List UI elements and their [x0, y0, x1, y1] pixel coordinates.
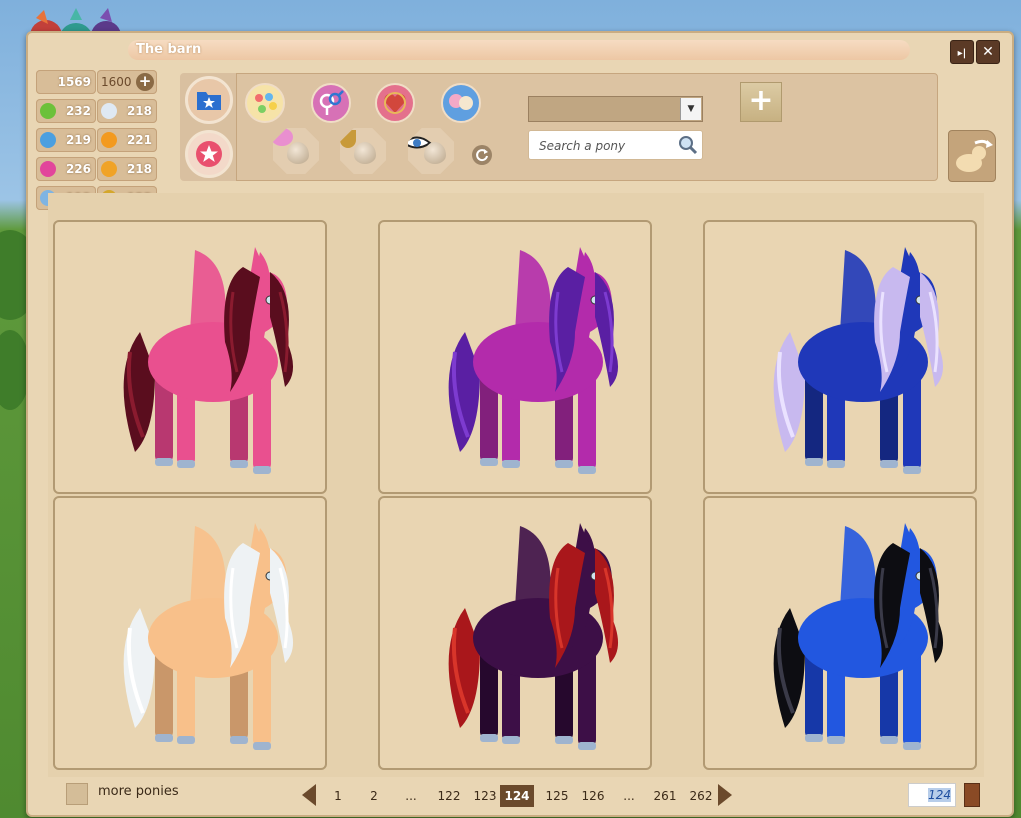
- pony-export-icon: [956, 139, 993, 172]
- stat-main-value: 1569: [36, 70, 96, 94]
- add-button[interactable]: +: [740, 82, 782, 122]
- folder-star-button[interactable]: [185, 76, 233, 124]
- page-link[interactable]: 122: [432, 785, 466, 807]
- page-link[interactable]: 1: [324, 785, 352, 807]
- pony-image: [123, 523, 294, 750]
- drop-icon: [424, 142, 446, 164]
- star-icon: [196, 141, 222, 167]
- page-number-input[interactable]: 124: [908, 783, 956, 807]
- next-page-arrow-icon[interactable]: [718, 784, 732, 806]
- drop-icon: [287, 142, 309, 164]
- stat-apple: 232: [36, 99, 96, 123]
- search-box[interactable]: [528, 130, 703, 160]
- stat-swirl-orange: 221: [97, 128, 157, 152]
- minimize-icon: ▸|: [957, 48, 967, 59]
- swirl-orange-icon: [101, 132, 117, 148]
- pony-image: [773, 247, 944, 474]
- refresh-icon[interactable]: [471, 144, 493, 166]
- stat-heart-pink: 226: [36, 157, 96, 181]
- ponies-pair-icon: [449, 94, 473, 110]
- cloud-icon: [101, 103, 117, 119]
- pager-ellipsis: ...: [623, 789, 635, 803]
- stat-main-max: 1600 +: [97, 70, 157, 94]
- pony-card[interactable]: [703, 220, 977, 494]
- prev-page-arrow-icon[interactable]: [302, 784, 316, 806]
- filter-coat-color[interactable]: [245, 83, 285, 123]
- plus-circle-icon[interactable]: +: [136, 73, 154, 91]
- favorite-star-button[interactable]: [185, 130, 233, 178]
- pony-image: [448, 247, 619, 474]
- sort-dropdown[interactable]: ▼: [528, 96, 703, 122]
- go-to-page-button[interactable]: [964, 783, 980, 807]
- folder-star-icon: [197, 92, 221, 110]
- pawprint-blue-icon: [40, 132, 56, 148]
- pony-card[interactable]: [378, 496, 652, 770]
- page-link[interactable]: 123: [468, 785, 502, 807]
- heart-pink-icon: [40, 161, 56, 177]
- close-button[interactable]: ✕: [976, 40, 1000, 64]
- page-link[interactable]: 2: [360, 785, 388, 807]
- pony-image: [448, 523, 619, 750]
- heart-ring-icon: [384, 92, 406, 114]
- pony-card[interactable]: [378, 220, 652, 494]
- paw-orange-icon: [101, 161, 117, 177]
- pony-card[interactable]: [53, 220, 327, 494]
- pony-image: [773, 523, 944, 750]
- pony-card[interactable]: [53, 496, 327, 770]
- page-link[interactable]: 261: [648, 785, 682, 807]
- stat-cloud: 218: [97, 99, 157, 123]
- filter-love[interactable]: [375, 83, 415, 123]
- chevron-down-icon[interactable]: ▼: [680, 98, 701, 120]
- filter-gender[interactable]: [311, 83, 351, 123]
- filter-pair[interactable]: [441, 83, 481, 123]
- more-ponies-label: more ponies: [98, 784, 179, 799]
- page-link[interactable]: 126: [576, 785, 610, 807]
- page-link[interactable]: 124: [500, 785, 534, 807]
- page-link[interactable]: 262: [684, 785, 718, 807]
- pony-image: [123, 247, 294, 474]
- magnifier-icon[interactable]: [678, 135, 698, 155]
- apple-icon: [40, 103, 56, 119]
- gender-icon: [319, 90, 344, 115]
- stat-pawprint-blue: 219: [36, 128, 96, 152]
- page-link[interactable]: 125: [540, 785, 574, 807]
- close-icon: ✕: [982, 44, 994, 60]
- pony-card[interactable]: [703, 496, 977, 770]
- export-pony-button[interactable]: [948, 130, 996, 182]
- palette-icon: [255, 93, 277, 113]
- more-ponies-checkbox[interactable]: [66, 783, 88, 805]
- search-input[interactable]: [537, 138, 681, 154]
- stat-paw-orange: 218: [97, 157, 157, 181]
- pager-ellipsis: ...: [405, 789, 417, 803]
- window-title[interactable]: The barn: [128, 40, 910, 60]
- drop-icon: [354, 142, 376, 164]
- minimize-button[interactable]: ▸|: [950, 40, 974, 64]
